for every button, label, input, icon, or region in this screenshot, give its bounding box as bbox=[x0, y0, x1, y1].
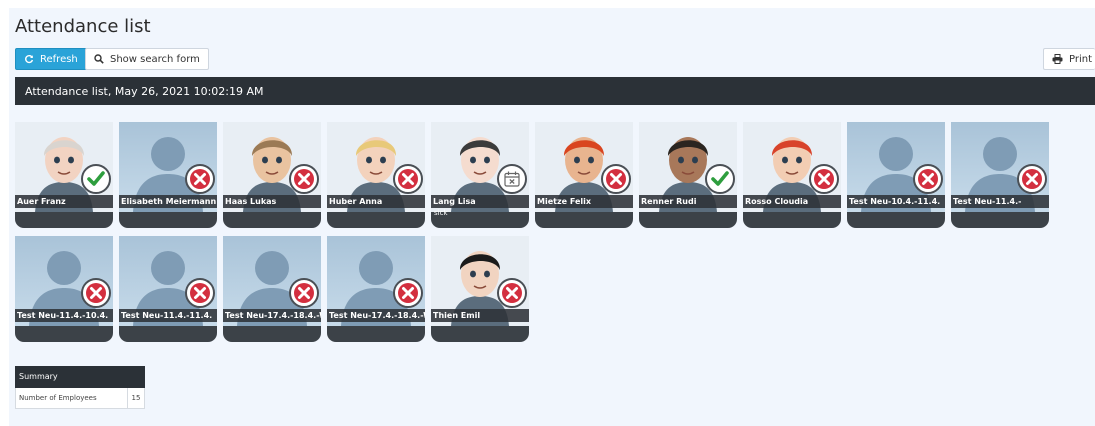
employee-note: sick bbox=[434, 209, 448, 217]
attendance-header-text: Attendance list, May 26, 2021 10:02:19 A… bbox=[25, 84, 264, 98]
absent-cross-icon bbox=[1017, 164, 1047, 194]
employee-card[interactable]: Test Neu-10.4.-11.4. bbox=[847, 122, 945, 228]
employee-name: Test Neu-11.4.-10.4. bbox=[15, 309, 113, 322]
employee-name: Test Neu-17.4.-18.4.-W bbox=[223, 309, 321, 322]
summary-label: Number of Employees bbox=[16, 388, 128, 408]
summary-value: 15 bbox=[131, 394, 141, 402]
search-label: Show search form bbox=[110, 53, 200, 65]
absent-cross-icon bbox=[185, 164, 215, 194]
employee-card[interactable]: Auer Franz bbox=[15, 122, 113, 228]
absent-cross-icon bbox=[601, 164, 631, 194]
employee-card[interactable]: Mietze Felix bbox=[535, 122, 633, 228]
page-title: Attendance list bbox=[15, 16, 151, 37]
employee-card[interactable]: Elisabeth Meiermann bbox=[119, 122, 217, 228]
employee-name: Rosso Cloudia bbox=[743, 195, 841, 208]
employee-name: Elisabeth Meiermann bbox=[119, 195, 217, 208]
summary-title: Summary bbox=[15, 366, 145, 388]
employee-name: Test Neu-17.4.-18.4.-W bbox=[327, 309, 425, 322]
employee-name: Test Neu-10.4.-11.4. bbox=[847, 195, 945, 208]
present-check-icon bbox=[81, 164, 111, 194]
refresh-label: Refresh bbox=[40, 53, 78, 65]
employee-name: Renner Rudi bbox=[639, 195, 737, 208]
employee-card[interactable]: Rosso Cloudia bbox=[743, 122, 841, 228]
show-search-form-button[interactable]: Show search form bbox=[85, 48, 209, 70]
employee-name: Lang Lisa bbox=[431, 195, 529, 208]
search-icon bbox=[94, 54, 104, 64]
absent-cross-icon bbox=[809, 164, 839, 194]
employee-card[interactable]: Test Neu-17.4.-18.4.-W bbox=[223, 236, 321, 342]
calendar-absence-icon bbox=[497, 164, 527, 194]
absent-cross-icon bbox=[289, 164, 319, 194]
employee-name: Test Neu-11.4.-11.4. bbox=[119, 309, 217, 322]
employee-name: Huber Anna bbox=[327, 195, 425, 208]
employee-name: Thien Emil bbox=[431, 309, 529, 322]
employee-card[interactable]: Test Neu-11.4.- bbox=[951, 122, 1049, 228]
absent-cross-icon bbox=[497, 278, 527, 308]
employee-name: Auer Franz bbox=[15, 195, 113, 208]
employee-card[interactable]: Haas Lukas bbox=[223, 122, 321, 228]
absent-cross-icon bbox=[393, 278, 423, 308]
summary-row: Number of Employees 15 bbox=[15, 388, 145, 409]
employee-card[interactable]: Huber Anna bbox=[327, 122, 425, 228]
employee-name: Mietze Felix bbox=[535, 195, 633, 208]
employee-card[interactable]: Test Neu-11.4.-11.4. bbox=[119, 236, 217, 342]
absent-cross-icon bbox=[289, 278, 319, 308]
employee-card[interactable]: Renner Rudi bbox=[639, 122, 737, 228]
attendance-header: Attendance list, May 26, 2021 10:02:19 A… bbox=[15, 77, 1095, 105]
absent-cross-icon bbox=[393, 164, 423, 194]
refresh-button[interactable]: Refresh bbox=[15, 48, 87, 70]
absent-cross-icon bbox=[81, 278, 111, 308]
employee-name: Test Neu-11.4.- bbox=[951, 195, 1049, 208]
summary-table: Summary Number of Employees 15 bbox=[15, 366, 145, 409]
print-label: Print bbox=[1069, 53, 1093, 65]
employee-card[interactable]: Test Neu-11.4.-10.4. bbox=[15, 236, 113, 342]
employee-card[interactable]: Test Neu-17.4.-18.4.-W bbox=[327, 236, 425, 342]
absent-cross-icon bbox=[185, 278, 215, 308]
employee-card[interactable]: Thien Emil bbox=[431, 236, 529, 342]
employee-card[interactable]: Lang Lisa sick bbox=[431, 122, 529, 228]
print-button[interactable]: Print bbox=[1043, 48, 1095, 70]
refresh-icon bbox=[24, 54, 34, 64]
present-check-icon bbox=[705, 164, 735, 194]
employee-name: Haas Lukas bbox=[223, 195, 321, 208]
printer-icon bbox=[1052, 54, 1063, 64]
absent-cross-icon bbox=[913, 164, 943, 194]
